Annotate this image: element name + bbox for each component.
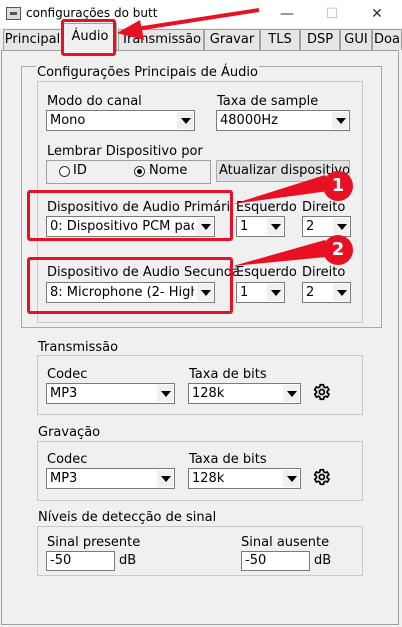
tab-tls[interactable]: TLS (260, 29, 300, 50)
close-button[interactable]: ✕ (358, 2, 396, 26)
chevron-down-icon (332, 112, 348, 129)
chevron-down-icon (333, 218, 349, 235)
streaming-bitrate-label: Taxa de bits (189, 367, 267, 382)
chevron-down-icon (283, 470, 299, 487)
signal-absent-unit: dB (314, 553, 332, 568)
radio-nome-label: Nome (149, 163, 188, 178)
chevron-down-icon (267, 284, 283, 301)
secondary-right-value: 2 (306, 285, 315, 300)
audio-group-title: Configurações Principais de Áudio (36, 65, 259, 80)
signal-group-title: Níveis de detecção de sinal (37, 510, 218, 525)
chevron-down-icon (157, 470, 173, 487)
recording-bitrate-select[interactable]: 128k (188, 468, 301, 489)
sample-rate-value: 48000Hz (220, 113, 278, 128)
signal-present-label: Sinal presente (47, 535, 141, 550)
channel-mode-select[interactable]: Mono (46, 110, 195, 131)
tab-dsp[interactable]: DSP (300, 29, 340, 50)
channel-mode-value: Mono (50, 113, 86, 128)
tab-transmissao[interactable]: Transmissão (118, 29, 204, 50)
highlight-secondary-device (27, 257, 233, 314)
tab-gui[interactable]: GUI (340, 29, 372, 50)
annotation-marker-2: 2 (323, 235, 353, 265)
secondary-right-select[interactable]: 2 (302, 282, 351, 303)
signal-present-input[interactable]: -50 (46, 551, 115, 571)
streaming-codec-select[interactable]: MP3 (46, 383, 175, 404)
chevron-down-icon (267, 218, 283, 235)
sample-rate-label: Taxa de sample (217, 94, 319, 109)
tab-doar[interactable]: Doar (372, 29, 402, 50)
remember-device-label: Lembrar Dispositivo por (47, 144, 203, 159)
streaming-settings-gear-icon[interactable] (311, 382, 331, 402)
primary-right-value: 2 (306, 219, 315, 234)
tab-principal[interactable]: Principal (3, 29, 62, 50)
streaming-bitrate-value: 128k (192, 386, 225, 401)
channel-mode-label: Modo do canal (47, 94, 142, 109)
right-channel-label: Direito (302, 200, 346, 215)
sample-rate-select[interactable]: 48000Hz (216, 110, 350, 131)
signal-present-unit: dB (119, 553, 137, 568)
streaming-codec-label: Codec (47, 367, 88, 382)
annotation-marker-1: 1 (323, 171, 353, 201)
tab-gravar[interactable]: Gravar (204, 29, 260, 50)
signal-absent-label: Sinal ausente (241, 535, 330, 550)
chevron-down-icon (333, 284, 349, 301)
secondary-left-value: 1 (240, 285, 249, 300)
radio-nome[interactable] (134, 166, 145, 177)
highlight-primary-device (27, 190, 233, 241)
recording-codec-value: MP3 (50, 471, 78, 486)
left-channel-label-2: Esquerdo (236, 265, 297, 280)
highlight-audio-tab (61, 19, 116, 56)
recording-bitrate-label: Taxa de bits (189, 452, 267, 467)
recording-group-title: Gravação (37, 425, 102, 440)
app-icon (6, 7, 21, 20)
minimize-button[interactable]: — (268, 2, 306, 26)
primary-right-select[interactable]: 2 (302, 216, 351, 237)
recording-codec-select[interactable]: MP3 (46, 468, 175, 489)
primary-left-select[interactable]: 1 (236, 216, 285, 237)
streaming-bitrate-select[interactable]: 128k (188, 383, 301, 404)
chevron-down-icon (157, 385, 173, 402)
radio-id-label: ID (73, 163, 87, 178)
primary-left-value: 1 (240, 219, 249, 234)
streaming-group-title: Transmissão (37, 340, 120, 355)
right-channel-label-2: Direito (302, 265, 346, 280)
recording-settings-gear-icon[interactable] (311, 467, 331, 487)
chevron-down-icon (177, 112, 193, 129)
radio-id[interactable] (59, 166, 70, 177)
window-title: configurações do butt (26, 6, 158, 20)
recording-bitrate-value: 128k (192, 471, 225, 486)
signal-absent-input[interactable]: -50 (241, 551, 310, 571)
secondary-left-select[interactable]: 1 (236, 282, 285, 303)
left-channel-label: Esquerdo (236, 200, 297, 215)
streaming-codec-value: MP3 (50, 386, 78, 401)
maximize-button[interactable]: ☐ (313, 2, 351, 26)
recording-codec-label: Codec (47, 452, 88, 467)
chevron-down-icon (283, 385, 299, 402)
